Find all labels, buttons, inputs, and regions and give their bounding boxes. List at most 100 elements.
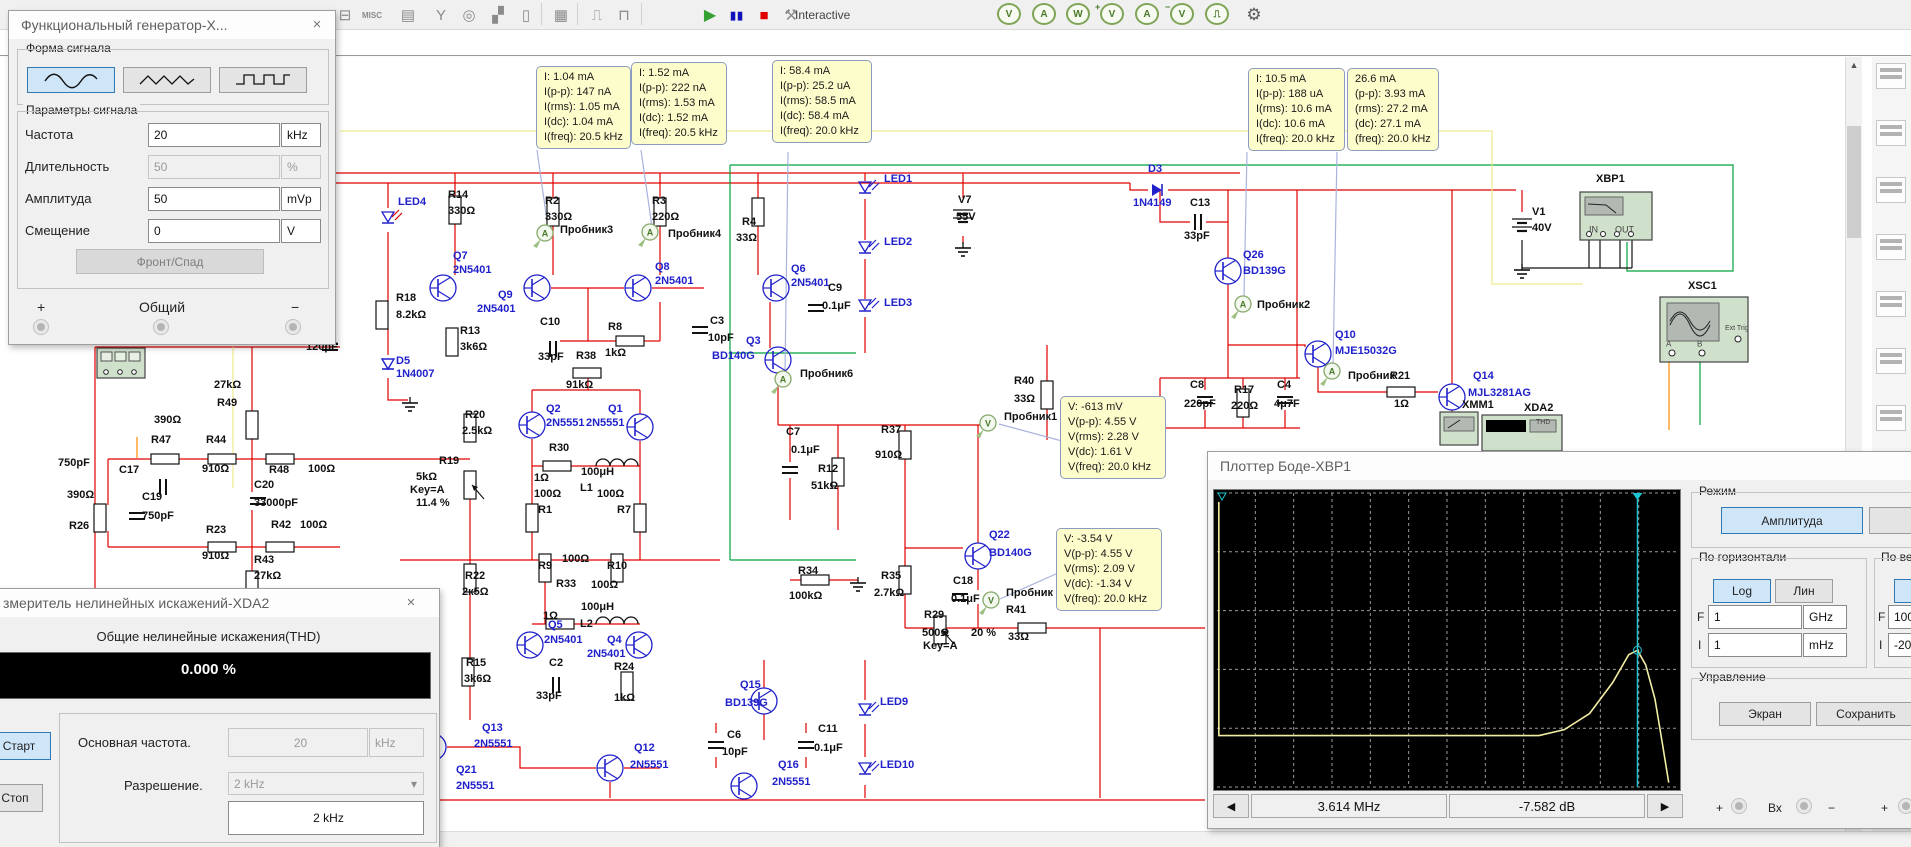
battery-source-icon[interactable]: ⊟ (333, 3, 357, 27)
led[interactable] (857, 179, 880, 194)
led[interactable] (857, 701, 880, 716)
connector-icon[interactable]: ▤ (396, 3, 420, 27)
cursor-left-button[interactable]: ◀ (1213, 794, 1249, 818)
ground-symbol[interactable] (850, 577, 866, 592)
measurement-probe-icon[interactable]: A (638, 223, 659, 247)
scroll-up-icon[interactable]: ▲ (1846, 57, 1862, 74)
wire[interactable] (1228, 344, 1306, 347)
probe-voltage-neg-icon[interactable]: V − (1165, 2, 1194, 25)
transistor[interactable] (624, 274, 652, 302)
xmm-instrument-icon[interactable] (1439, 411, 1479, 446)
probe-power-icon[interactable]: W (1066, 3, 1090, 25)
resistor[interactable] (633, 503, 647, 533)
probe-current-gain-icon[interactable]: A (1135, 3, 1159, 25)
resistor[interactable] (1040, 380, 1054, 410)
transistor[interactable] (625, 631, 653, 659)
fgen-row-unit[interactable]: kHz (281, 123, 321, 147)
probe-voltage-icon[interactable]: V (997, 3, 1021, 25)
resistor[interactable] (525, 503, 539, 533)
transducer-icon[interactable]: ▞ (486, 3, 510, 27)
h-final-value[interactable]: 1 (1708, 605, 1802, 629)
transistor[interactable] (523, 274, 551, 302)
resistor[interactable] (245, 410, 259, 440)
fgen-row-value[interactable]: 50 (148, 187, 280, 211)
v-final-value[interactable]: 100 (1888, 605, 1911, 629)
led[interactable] (857, 760, 880, 775)
resistor[interactable] (463, 470, 477, 500)
instrument-dock-icon[interactable] (1876, 120, 1906, 146)
transistor[interactable] (764, 346, 792, 374)
fgen-close-icon[interactable]: × (307, 15, 327, 35)
resistor[interactable] (265, 541, 295, 553)
resistor[interactable] (615, 335, 645, 347)
led[interactable] (857, 239, 880, 254)
measurement-probe-icon[interactable]: V (979, 591, 1000, 615)
resolution-dropdown[interactable]: 2 kHz ▾ (228, 772, 424, 795)
measurement-probe-icon[interactable]: A (1231, 295, 1252, 319)
ground-symbol[interactable] (955, 242, 971, 257)
fundamental-value[interactable]: 20 (228, 728, 368, 757)
wire[interactable] (1521, 240, 1632, 269)
transistor[interactable] (518, 411, 546, 439)
h-final-unit[interactable]: GHz (1803, 605, 1847, 629)
transistor[interactable] (626, 413, 654, 441)
screen-button[interactable]: Экран (1719, 702, 1811, 726)
led[interactable] (380, 209, 403, 224)
fgen-row-value[interactable]: 50 (148, 155, 280, 179)
xda-close-icon[interactable]: × (401, 593, 421, 613)
wire[interactable] (387, 378, 408, 401)
motor-icon[interactable]: ◎ (457, 3, 481, 27)
scrollbar-thumb[interactable] (1847, 126, 1861, 238)
fgen-row-unit[interactable]: mVp (281, 187, 321, 211)
wire[interactable] (784, 151, 789, 373)
antenna-icon[interactable]: Y (429, 3, 453, 27)
start-button[interactable]: Старт (0, 732, 51, 760)
h-initial-unit[interactable]: mHz (1803, 633, 1847, 657)
play-simulation-button[interactable]: ▶ (698, 3, 722, 27)
battery[interactable] (1512, 218, 1532, 233)
wire[interactable] (340, 130, 1583, 285)
inductor[interactable] (595, 458, 639, 467)
edge-settings-button[interactable]: Фронт/Спад (76, 249, 264, 274)
transistor[interactable] (730, 772, 758, 800)
fgen-row-unit[interactable]: % (281, 155, 321, 179)
probe-settings-gear-icon[interactable]: ⚙ (1242, 3, 1266, 27)
in-minus-radio[interactable] (1796, 798, 1812, 814)
fgen-row-value[interactable]: 0 (148, 219, 280, 243)
fgen-row-value[interactable]: 20 (148, 123, 280, 147)
ic-chip-icon[interactable]: ▦ (549, 3, 573, 27)
ladder-diagram-icon[interactable]: ⎍ (585, 3, 609, 27)
ground-symbol[interactable] (1514, 264, 1530, 279)
ground-symbol[interactable] (402, 397, 418, 412)
terminal-common-jack[interactable] (153, 319, 169, 335)
in-plus-radio[interactable] (1731, 798, 1747, 814)
fgen-title-bar[interactable]: Функциональный генератор-X... (9, 11, 335, 39)
mechanical-icon[interactable]: ▯ (514, 3, 538, 27)
instrument-dock-icon[interactable] (1876, 63, 1906, 89)
wire[interactable] (640, 149, 653, 228)
linear-scale-button[interactable]: Лин (1775, 579, 1833, 603)
phase-mode-button[interactable] (1869, 507, 1911, 534)
interactive-label[interactable]: Interactive (795, 3, 850, 27)
cursor-right-button[interactable]: ▶ (1647, 794, 1683, 818)
resistor[interactable] (572, 367, 602, 379)
bode-plot-area[interactable] (1213, 489, 1681, 791)
xfg-instrument-icon[interactable] (96, 347, 146, 379)
resistor[interactable] (1386, 386, 1416, 398)
save-button[interactable]: Сохранить (1816, 702, 1911, 726)
fgen-row-unit[interactable]: V (281, 219, 321, 243)
square-wave-source-icon[interactable]: ⊓ (612, 3, 636, 27)
terminal-plus-jack[interactable] (33, 319, 49, 335)
wire[interactable] (998, 423, 1063, 442)
measurement-probe-icon[interactable]: A (771, 370, 792, 394)
xda-title-bar[interactable]: змеритель нелинейных искажений-XDA2 (0, 589, 439, 617)
transistor[interactable] (1304, 340, 1332, 368)
stop-button[interactable]: Стоп (0, 784, 43, 812)
probe-current-icon[interactable]: A (1032, 3, 1056, 25)
triangle-wave-button[interactable] (123, 67, 211, 93)
instrument-dock-icon[interactable] (1876, 405, 1906, 431)
v-log-scale-button[interactable]: L (1894, 579, 1911, 603)
log-scale-button[interactable]: Log (1713, 579, 1771, 603)
pause-simulation-button[interactable]: ▮▮ (725, 3, 749, 27)
bode-title-bar[interactable]: Плоттер Боде-XBP1 (1208, 452, 1911, 480)
